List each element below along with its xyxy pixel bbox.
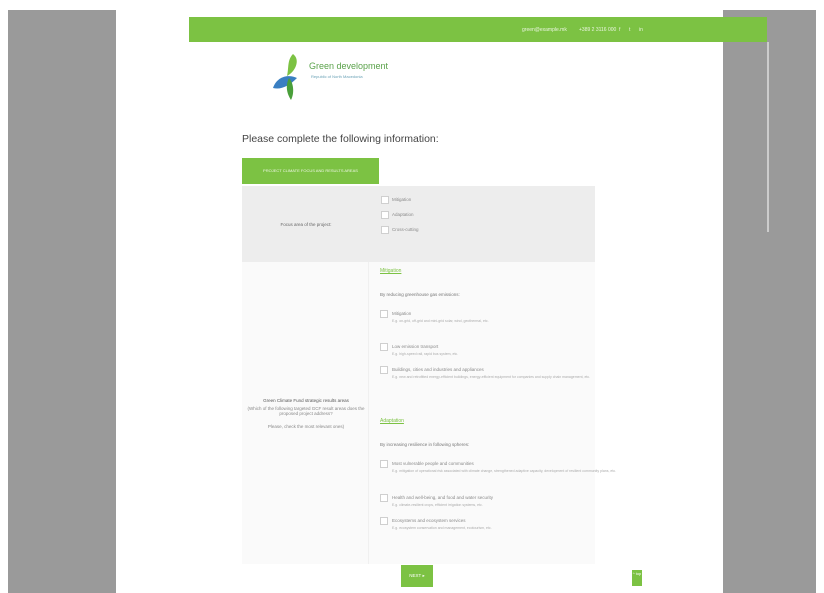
results-label-body: (Which of the following targeted GCF res… <box>247 406 365 416</box>
results-label-note: Please, check the most relevant ones) <box>267 424 345 429</box>
top-bar: green@example.mk +389 2 3116 000 f t in <box>189 17 767 42</box>
adaptation-result-label-2: Health and well-being, and food and wate… <box>392 495 494 500</box>
cross-cutting-option-label: Cross-cutting <box>392 227 419 232</box>
mitigation-option-label: Mitigation <box>392 197 412 202</box>
adaptation-result-label-1: Most vulnerable people and communities <box>392 461 474 466</box>
mitigation-result-checkbox-2[interactable] <box>380 343 388 351</box>
mitigation-checkbox[interactable] <box>381 196 389 204</box>
tab-climate-focus[interactable]: PROJECT CLIMATE FOCUS AND RESULTS AREAS <box>242 158 379 184</box>
adaptation-heading: Adaptation <box>380 418 404 424</box>
right-gray-margin <box>723 10 816 593</box>
site-logo[interactable]: Green development Republic of North Mace… <box>271 50 391 102</box>
adaptation-result-checkbox-2[interactable] <box>380 494 388 502</box>
results-column-divider <box>368 262 369 564</box>
email-link[interactable]: green@example.mk <box>522 27 567 33</box>
page-heading: Please complete the following informatio… <box>242 133 439 145</box>
page-scrollbar[interactable] <box>767 42 769 232</box>
adaptation-result-sub-3: E.g. ecosystem conservation and manageme… <box>392 526 492 530</box>
mitigation-result-sub-1: E.g. on-grid, off-grid and mini-grid sol… <box>392 319 489 323</box>
adaptation-result-sub-2: E.g. climate-resilient crops, efficient … <box>392 503 483 507</box>
adaptation-intro: By increasing resilience in following sp… <box>380 442 470 447</box>
mitigation-result-checkbox-1[interactable] <box>380 310 388 318</box>
adaptation-option-label: Adaptation <box>392 212 414 217</box>
adaptation-result-sub-1: E.g. mitigation of operational risk asso… <box>392 469 617 473</box>
left-gray-margin <box>8 10 116 593</box>
next-button[interactable]: NEXT ▸ <box>401 565 433 587</box>
mitigation-result-label-3: Buildings, cities and industries and app… <box>392 367 484 372</box>
mitigation-result-label-1: Mitigation <box>392 311 412 316</box>
logo-subtitle: Republic of North Macedonia <box>311 74 363 79</box>
facebook-icon[interactable]: f <box>619 27 620 33</box>
logo-title: Green development <box>309 61 389 71</box>
adaptation-result-checkbox-1[interactable] <box>380 460 388 468</box>
focus-area-label: Focus area of the project: <box>280 222 332 227</box>
adaptation-checkbox[interactable] <box>381 211 389 219</box>
mitigation-result-label-2: Low emission transport <box>392 344 439 349</box>
adaptation-result-checkbox-3[interactable] <box>380 517 388 525</box>
phone-text: +389 2 3116 000 <box>579 27 617 33</box>
form-page: green@example.mk +389 2 3116 000 f t in … <box>116 10 769 593</box>
adaptation-result-label-3: Ecosystems and ecosystem services <box>392 518 466 523</box>
mitigation-result-sub-2: E.g. high-speed rail, rapid bus system, … <box>392 352 459 356</box>
cross-cutting-checkbox[interactable] <box>381 226 389 234</box>
mitigation-result-sub-3: E.g. new and retrofitted energy-efficien… <box>392 375 591 379</box>
mitigation-result-checkbox-3[interactable] <box>380 366 388 374</box>
mitigation-heading: Mitigation <box>380 268 402 274</box>
scroll-top-button[interactable]: ^ top <box>632 570 642 586</box>
results-label-title: Green Climate Fund strategic results are… <box>263 398 349 403</box>
twitter-icon[interactable]: t <box>629 27 630 33</box>
linkedin-icon[interactable]: in <box>639 27 643 33</box>
mitigation-intro: By reducing greenhouse gas emissions: <box>380 292 460 297</box>
leaf-logo-icon <box>273 54 297 100</box>
